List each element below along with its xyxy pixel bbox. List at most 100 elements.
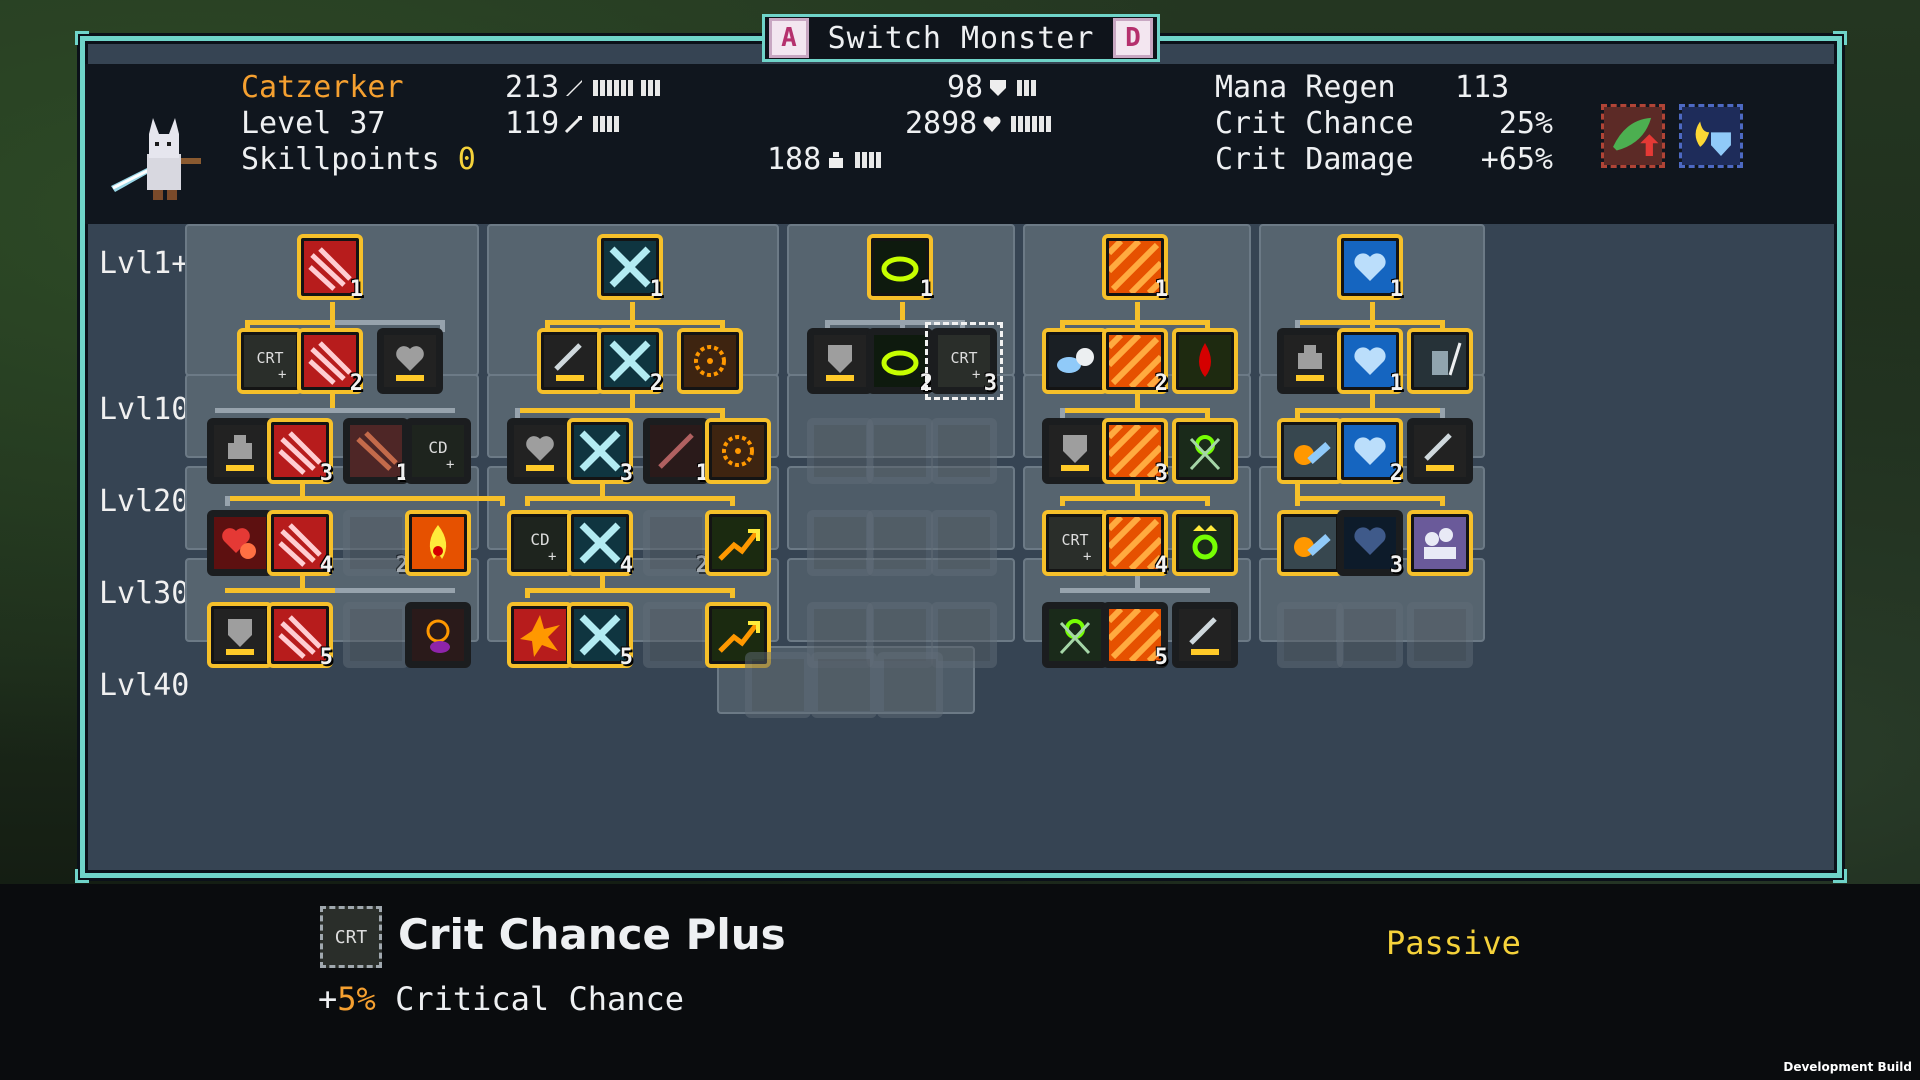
claw-skill-node[interactable]: 5 [267, 602, 333, 670]
knight-skill-node[interactable] [1407, 328, 1473, 394]
mana-plus-node[interactable] [1277, 328, 1343, 394]
locked-skill-node[interactable] [807, 418, 873, 484]
stripe-icon [1109, 241, 1161, 293]
ring-icon [874, 335, 926, 387]
locked-skill-node[interactable] [867, 510, 933, 576]
attack-plus-node[interactable] [1407, 418, 1473, 484]
slash-skill-node[interactable]: 2 [597, 328, 663, 396]
locked-skill-node[interactable] [1337, 602, 1403, 668]
purple-potion-node[interactable] [405, 602, 471, 668]
stripe-skill-node[interactable]: 1 [1102, 234, 1168, 302]
green-cross-node[interactable] [1172, 418, 1238, 484]
slash-skill-node[interactable]: 3 [567, 418, 633, 486]
tree-connector [515, 408, 725, 413]
mana-plus-node[interactable] [207, 418, 273, 484]
health-plus-node[interactable] [507, 418, 573, 484]
crit-chance-plus-node[interactable]: CRT + [1042, 510, 1108, 576]
green-cross-node[interactable] [1042, 602, 1108, 668]
heart-skill-node[interactable]: 2 [1337, 418, 1403, 486]
skill-rank: 2 [1389, 461, 1403, 486]
defense-plus-node[interactable] [1042, 418, 1108, 484]
slash-skill-node[interactable]: 5 [567, 602, 633, 670]
heart-icon [983, 116, 1001, 132]
tree-connector [335, 408, 455, 413]
tree-connector [245, 320, 335, 325]
locked-skill-node[interactable] [877, 652, 943, 718]
locked-skill-node[interactable] [867, 418, 933, 484]
blank-icon [814, 425, 866, 477]
cooldown-skill-node[interactable] [1042, 328, 1108, 394]
target-icon [684, 335, 736, 387]
heart-fire-node[interactable] [207, 510, 273, 576]
flame-shield-buff-icon[interactable] [1679, 104, 1743, 168]
locked-skill-node[interactable] [1277, 602, 1343, 668]
tree-connector [225, 496, 230, 506]
defense-plus-node[interactable] [207, 602, 273, 668]
health-plus-node[interactable] [377, 328, 443, 394]
locked-skill-node[interactable] [643, 602, 709, 668]
mana-stat: 188 [767, 142, 882, 177]
skill-tree: Lvl1+ Lvl10+ Lvl20+ Lvl30+ Lvl40 1 CRT +2 3 1 CD +4… [85, 224, 1837, 874]
target-skill-node[interactable] [705, 418, 771, 484]
skill-rank: 1 [919, 277, 933, 302]
locked-skill-node[interactable]: 2 [643, 510, 709, 578]
slash-icon [604, 335, 656, 387]
fire-skill-node[interactable] [405, 510, 471, 576]
prev-monster-key[interactable]: A [769, 18, 809, 58]
ring-skill-node[interactable]: 2 [867, 328, 933, 396]
cooldown-plus-node[interactable]: CD + [405, 418, 471, 484]
slash-skill-node[interactable]: 4 [567, 510, 633, 578]
stripe-skill-node[interactable]: 3 [1102, 418, 1168, 486]
cd-icon: CD+ [514, 517, 566, 569]
skillpoints-row: Skillpoints 0 [241, 142, 476, 177]
locked-skill-node[interactable] [745, 652, 811, 718]
tree-connector [515, 408, 520, 418]
locked-skill-node[interactable] [931, 510, 997, 576]
gear-skill-node[interactable] [1277, 418, 1343, 484]
bleed-skill-node[interactable] [1172, 328, 1238, 394]
stripe-skill-node[interactable]: 5 [1102, 602, 1168, 670]
slash-skill-node[interactable]: 1 [597, 234, 663, 302]
locked-skill-node[interactable] [807, 510, 873, 576]
attack-plus-node[interactable] [537, 328, 603, 394]
heart-skill-node[interactable]: 3 [1337, 510, 1403, 578]
power-up-node[interactable] [705, 510, 771, 576]
claw-icon [304, 335, 356, 387]
crit-chance-plus-node[interactable]: CRT + [237, 328, 303, 394]
skill-rank: 3 [1389, 553, 1403, 578]
sword-icon [1414, 425, 1466, 477]
locked-skill-node[interactable] [1407, 602, 1473, 668]
next-monster-key[interactable]: D [1113, 18, 1153, 58]
heart-skill-node[interactable]: 1 [1337, 234, 1403, 302]
attack-bars [593, 79, 661, 96]
claw-variant-node[interactable]: 1 [343, 418, 409, 486]
tree-connector [1060, 588, 1210, 593]
clock-icon [1049, 335, 1101, 387]
tree-connector [225, 496, 505, 501]
monster-stats-header: Catzerker Level 37 Skillpoints 0 213 119… [85, 64, 1837, 224]
stripe-skill-node[interactable]: 2 [1102, 328, 1168, 396]
leaf-attack-up-buff-icon[interactable] [1601, 104, 1665, 168]
ghost-skill-node[interactable] [1407, 510, 1473, 576]
blank-icon [1414, 609, 1466, 661]
claw-skill-node[interactable]: 4 [267, 510, 333, 578]
defense-plus-node[interactable] [807, 328, 873, 394]
explosion-node[interactable] [507, 602, 573, 668]
ring-skill-node[interactable]: 1 [867, 234, 933, 302]
stripe-skill-node[interactable]: 4 [1102, 510, 1168, 578]
locked-skill-node[interactable] [343, 602, 409, 668]
development-build-label: Development Build [1783, 1060, 1912, 1074]
locked-skill-node[interactable] [811, 652, 877, 718]
claw-skill-node[interactable]: 1 [297, 234, 363, 302]
slash-variant-node[interactable]: 1 [643, 418, 709, 486]
heart-skill-node[interactable]: 1 [1337, 328, 1403, 396]
locked-skill-node[interactable] [931, 418, 997, 484]
cooldown-plus-node[interactable]: CD + [507, 510, 573, 576]
target-skill-node[interactable] [677, 328, 743, 394]
crown-ring-node[interactable] [1172, 510, 1238, 576]
locked-skill-node[interactable]: 2 [343, 510, 409, 578]
gear-skill-node[interactable] [1277, 510, 1343, 576]
claw-skill-node[interactable]: 2 [297, 328, 363, 396]
attack-plus-node[interactable] [1172, 602, 1238, 668]
claw-skill-node[interactable]: 3 [267, 418, 333, 486]
